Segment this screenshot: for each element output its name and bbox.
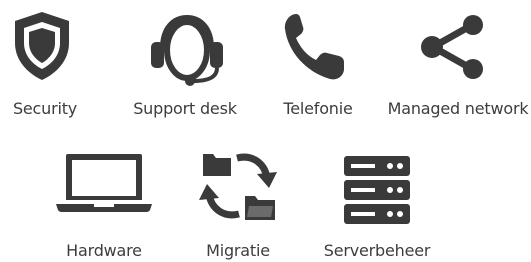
service-label-security: Security [12,99,78,118]
shield-icon [15,12,69,80]
phone-icon [284,14,344,80]
server-icon [344,156,410,224]
service-label-support-desk: Support desk [133,99,237,118]
service-label-migratie: Migratie [206,241,270,260]
headset-icon [151,14,223,86]
service-label-telefonie: Telefonie [283,99,353,118]
service-label-managed-network: Managed network [387,99,529,118]
folder-sync-icon [199,153,277,220]
service-label-serverbeheer: Serverbeheer [323,241,431,260]
share-network-icon [421,15,483,79]
service-label-hardware: Hardware [66,241,142,260]
laptop-icon [56,154,152,212]
